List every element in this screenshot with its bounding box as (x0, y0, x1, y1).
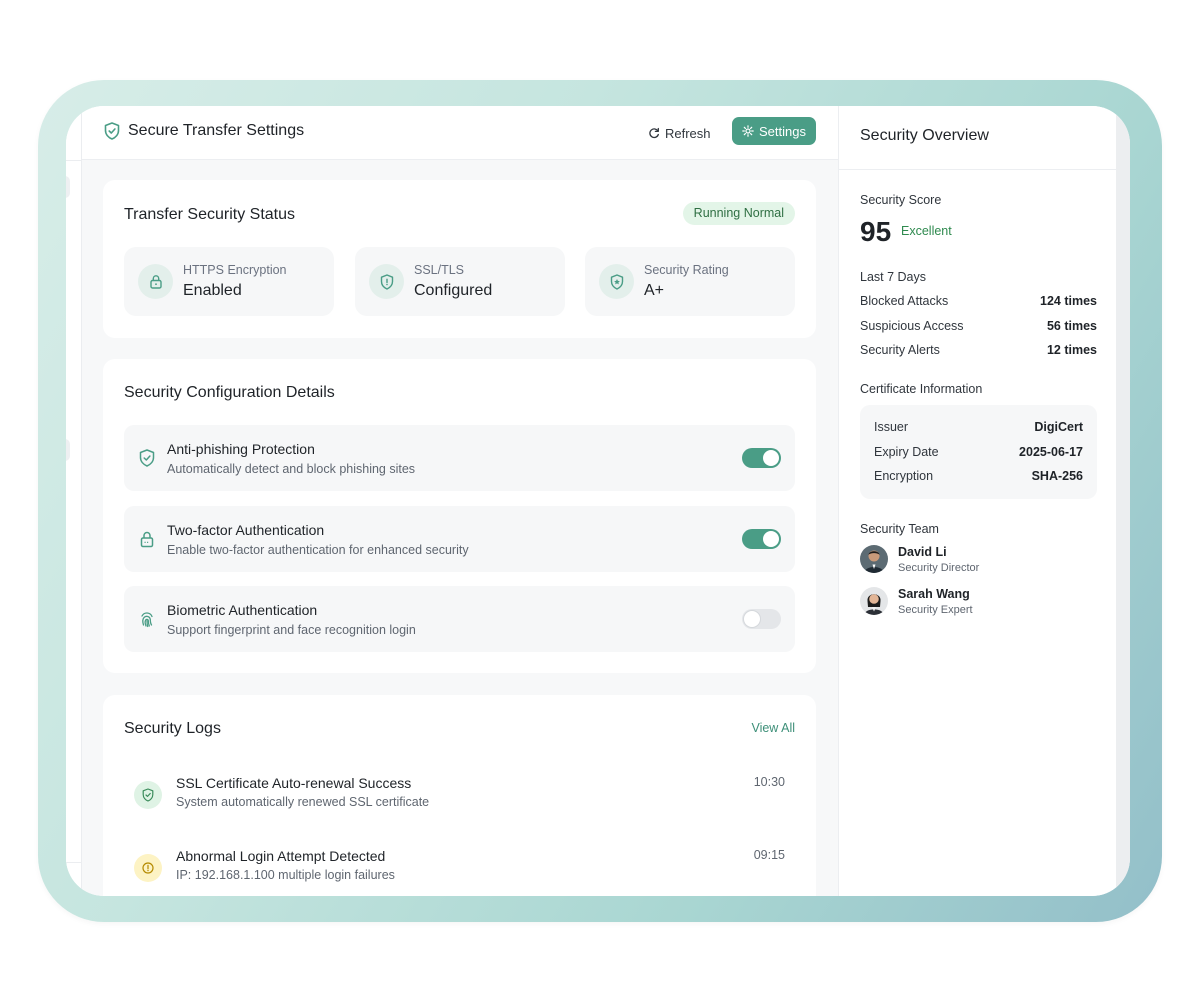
config-item-name: Two-factor Authentication (167, 522, 325, 538)
main-content: Secure Transfer Settings Refresh Setting… (82, 106, 838, 896)
view-all-link[interactable]: View All (751, 721, 795, 735)
security-overview-panel: Security Overview Security Score 95 Exce… (838, 106, 1119, 896)
settings-label: Settings (759, 123, 806, 139)
member-role: Security Expert (898, 604, 973, 616)
team-member[interactable]: Sarah Wang Security Expert (860, 587, 1097, 617)
right-scrollbar[interactable] (1116, 106, 1130, 896)
log-item[interactable]: SSL Certificate Auto-renewal Success Sys… (124, 775, 795, 835)
stat-key: Security Alerts (860, 343, 940, 357)
stat-row: Blocked Attacks 124 times (860, 294, 1097, 308)
stat-row: Security Alerts 12 times (860, 343, 1097, 357)
cert-value: SHA-256 (1031, 469, 1083, 483)
settings-button[interactable]: Settings (732, 117, 816, 145)
certificate-info: Issuer DigiCert Expiry Date 2025-06-17 E… (860, 405, 1097, 499)
lock-icon (138, 264, 173, 299)
sidebar-item-stub[interactable] (66, 439, 70, 461)
log-title: Abnormal Login Attempt Detected (176, 848, 386, 864)
cert-key: Expiry Date (874, 445, 939, 459)
avatar (860, 587, 888, 615)
refresh-icon (649, 127, 659, 139)
config-card: Security Configuration Details Anti-phis… (103, 359, 816, 673)
lock-icon (140, 531, 154, 548)
status-card: Transfer Security Status Running Normal … (103, 180, 816, 338)
log-time: 09:15 (753, 848, 785, 862)
warning-icon (134, 854, 162, 882)
cert-label: Certificate Information (860, 382, 983, 396)
log-time: 10:30 (753, 775, 785, 789)
log-title: SSL Certificate Auto-renewal Success (176, 775, 412, 791)
config-item-desc: Support fingerprint and face recognition… (167, 623, 416, 637)
config-item-biometric: Biometric Authentication Support fingerp… (124, 586, 795, 652)
left-sidebar-edge (66, 106, 82, 896)
shield-check-icon (104, 122, 120, 140)
avatar (860, 545, 888, 573)
period-label: Last 7 Days (860, 270, 927, 284)
page-title: Secure Transfer Settings (128, 122, 305, 139)
stat-rating: Security Rating A+ (585, 247, 795, 316)
config-item-name: Biometric Authentication (167, 602, 318, 618)
log-desc: System automatically renewed SSL certifi… (176, 795, 430, 809)
stat-label: Security Rating (644, 263, 729, 277)
top-bar: Secure Transfer Settings Refresh Setting… (82, 106, 838, 160)
cert-row: Encryption SHA-256 (874, 469, 1083, 483)
anti-phishing-toggle[interactable] (742, 448, 781, 468)
app-screen: Secure Transfer Settings Refresh Setting… (66, 106, 1130, 896)
member-name: David Li (898, 545, 947, 559)
score-label: Security Score (860, 193, 942, 207)
cert-key: Issuer (874, 420, 909, 434)
stat-row: Suspicious Access 56 times (860, 319, 1097, 333)
shield-star-icon (599, 264, 634, 299)
config-item-desc: Automatically detect and block phishing … (167, 462, 416, 476)
stat-value: 56 times (1046, 319, 1097, 333)
biometric-toggle[interactable] (742, 609, 781, 629)
sidebar-divider (66, 862, 82, 863)
cert-key: Encryption (874, 469, 934, 483)
refresh-label: Refresh (665, 125, 711, 141)
config-item-anti-phishing: Anti-phishing Protection Automatically d… (124, 425, 795, 491)
status-badge: Running Normal (682, 202, 795, 225)
stat-value: 12 times (1046, 343, 1097, 357)
stat-label: HTTPS Encryption (183, 263, 287, 277)
stat-label: SSL/TLS (414, 263, 465, 277)
stat-value: 124 times (1040, 294, 1097, 308)
cert-value: DigiCert (1034, 420, 1083, 434)
status-title: Transfer Security Status (124, 206, 296, 223)
gear-icon (742, 125, 754, 137)
cert-value: 2025-06-17 (1019, 445, 1083, 459)
shield-check-icon (369, 264, 404, 299)
logs-card: Security Logs View All SSL Certificate A… (103, 695, 816, 896)
stat-key: Suspicious Access (860, 319, 964, 333)
two-factor-toggle[interactable] (742, 529, 781, 549)
overview-title: Security Overview (839, 106, 1119, 170)
sidebar-item-stub[interactable] (66, 176, 70, 198)
security-score: 95 (860, 216, 892, 247)
refresh-button[interactable]: Refresh (642, 120, 717, 146)
shield-icon (139, 449, 155, 467)
stat-key: Blocked Attacks (860, 294, 949, 308)
stat-value: Enabled (183, 282, 242, 299)
member-role: Security Director (898, 562, 980, 574)
score-rating: Excellent (901, 224, 952, 238)
cert-row: Expiry Date 2025-06-17 (874, 445, 1083, 459)
cert-row: Issuer DigiCert (874, 420, 1083, 434)
stat-value: A+ (644, 282, 665, 299)
config-item-desc: Enable two-factor authentication for enh… (167, 543, 469, 557)
stat-https: HTTPS Encryption Enabled (124, 247, 334, 316)
config-item-name: Anti-phishing Protection (167, 441, 315, 457)
config-item-two-factor: Two-factor Authentication Enable two-fac… (124, 506, 795, 572)
logs-title: Security Logs (124, 720, 221, 737)
shield-check-icon (134, 781, 162, 809)
stat-value: Configured (414, 282, 493, 299)
team-label: Security Team (860, 522, 939, 536)
log-desc: IP: 192.168.1.100 multiple login failure… (176, 868, 395, 882)
team-member[interactable]: David Li Security Director (860, 545, 1097, 575)
config-title: Security Configuration Details (124, 384, 335, 401)
sidebar-divider (66, 160, 82, 161)
stat-ssl: SSL/TLS Configured (355, 247, 565, 316)
fingerprint-icon (141, 612, 153, 628)
log-item[interactable]: Abnormal Login Attempt Detected IP: 192.… (124, 848, 795, 896)
member-name: Sarah Wang (898, 587, 970, 601)
